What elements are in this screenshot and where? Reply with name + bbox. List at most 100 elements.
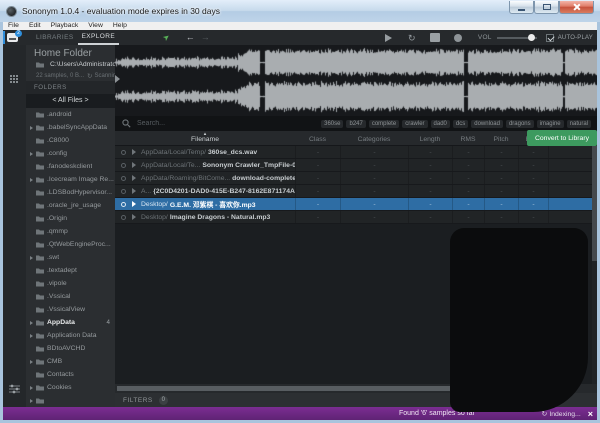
menu-item[interactable]: Help	[108, 22, 132, 30]
folder-item[interactable]: Cookies	[26, 381, 115, 394]
convert-to-library-button[interactable]: Convert to Library	[527, 130, 597, 146]
view-tab[interactable]: EXPLORE	[78, 30, 120, 45]
folder-item[interactable]: .QtWebEngineProc...	[26, 238, 115, 251]
menu-item[interactable]: File	[3, 22, 24, 30]
column-header-rms[interactable]: RMS	[452, 131, 484, 145]
search-tag[interactable]: dragons	[506, 120, 534, 128]
record-button[interactable]	[450, 32, 466, 44]
folder-item[interactable]: CMB	[26, 355, 115, 368]
row-play-icon[interactable]	[132, 175, 136, 181]
length-cell: -	[408, 146, 452, 158]
row-play-icon[interactable]	[132, 162, 136, 168]
all-files-item[interactable]: < All Files >	[26, 94, 115, 108]
back-icon[interactable]: ←	[186, 30, 195, 45]
waveform-display[interactable]	[115, 45, 597, 116]
expander-icon[interactable]	[30, 334, 33, 338]
folder-item[interactable]: .textadept	[26, 264, 115, 277]
volume-slider[interactable]	[497, 32, 537, 44]
maximize-button[interactable]	[534, 1, 559, 14]
file-row[interactable]: AppData/Roaming/BitCome... download-comp…	[115, 172, 592, 185]
folder-item[interactable]: .C8000	[26, 134, 115, 147]
folder-item[interactable]: .android	[26, 108, 115, 121]
search-tag[interactable]: download	[471, 120, 503, 128]
column-header-categories[interactable]: Categories	[340, 131, 408, 145]
search-tag[interactable]: crawler	[402, 120, 427, 128]
folder-item[interactable]	[26, 394, 115, 407]
search-tag[interactable]: dcs	[453, 120, 468, 128]
forward-icon[interactable]: →	[201, 30, 210, 45]
folder-item[interactable]: Application Data	[26, 329, 115, 342]
menu-item[interactable]: Edit	[24, 22, 46, 30]
grid-view-icon[interactable]	[10, 75, 19, 84]
select-circle-icon[interactable]	[121, 189, 126, 194]
row-play-icon[interactable]	[132, 149, 136, 155]
expander-icon[interactable]	[30, 360, 33, 364]
minimize-button[interactable]	[509, 1, 534, 14]
search-tag[interactable]: natural	[567, 120, 591, 128]
folder-item[interactable]: .Icecream Image Re...	[26, 173, 115, 186]
row-play-icon[interactable]	[132, 188, 136, 194]
search-tag[interactable]: complete	[369, 120, 399, 128]
folder-item[interactable]: .VssicalView	[26, 303, 115, 316]
folder-item[interactable]: .swt	[26, 251, 115, 264]
folder-item[interactable]: .vipole	[26, 277, 115, 290]
menu-item[interactable]: View	[83, 22, 108, 30]
file-row[interactable]: A... {2C0D4201-DAD0-415E-B247-8162E87117…	[115, 185, 592, 198]
play-icon	[385, 34, 392, 42]
view-tab[interactable]: LIBRARIES	[32, 30, 78, 45]
expander-icon[interactable]	[30, 256, 33, 260]
folder-item[interactable]: .fanodeskclient	[26, 160, 115, 173]
file-row[interactable]: AppData/Local/Temp/ 360se_dcs.wav - - - …	[115, 146, 592, 159]
select-circle-icon[interactable]	[121, 150, 126, 155]
expander-icon[interactable]	[30, 178, 33, 182]
close-button[interactable]	[559, 1, 594, 14]
select-circle-icon[interactable]	[121, 163, 126, 168]
file-row[interactable]: Desktop/ Imagine Dragons - Natural.mp3 -…	[115, 211, 592, 224]
folder-item[interactable]: .Origin	[26, 212, 115, 225]
search-tag[interactable]: imagine	[537, 120, 564, 128]
menu-item[interactable]: Playback	[46, 22, 84, 30]
select-circle-icon[interactable]	[121, 215, 126, 220]
search-tag[interactable]: dad0	[431, 120, 450, 128]
expander-icon[interactable]	[30, 399, 33, 403]
file-row[interactable]: AppData/Local/Te... Sononym Crawler_TmpF…	[115, 159, 592, 172]
play-button[interactable]	[381, 32, 397, 44]
volume-knob[interactable]	[528, 34, 535, 41]
file-row[interactable]: Desktop/ G.E.M. 邓紫棋 - 喜欢你.mp3 - - - - - …	[115, 198, 592, 211]
folder-item[interactable]: BDtoAVCHD	[26, 342, 115, 355]
root-folder-row[interactable]: C:\Users\Administrator	[26, 59, 115, 70]
column-header-length[interactable]: Length	[408, 131, 452, 145]
folder-list: .android .babelSyncAppData	[26, 108, 115, 407]
select-circle-icon[interactable]	[121, 176, 126, 181]
status-close-icon[interactable]: ×	[588, 409, 593, 419]
expander-icon[interactable]	[30, 126, 33, 130]
vertical-scrollbar-thumb[interactable]	[592, 146, 597, 261]
loop-button[interactable]: ↻	[404, 32, 420, 44]
search-tag[interactable]: 360se	[321, 120, 343, 128]
search-input[interactable]	[135, 119, 285, 128]
column-header-filename[interactable]: ▴ Filename	[115, 131, 295, 145]
search-tag[interactable]: b247	[346, 120, 365, 128]
autoplay-checkbox[interactable]	[546, 34, 554, 42]
folder-item[interactable]: .config	[26, 147, 115, 160]
settings-sliders-icon[interactable]	[9, 381, 20, 399]
horizontal-scrollbar-thumb[interactable]	[117, 386, 457, 391]
folder-item[interactable]: .Vssical	[26, 290, 115, 303]
expander-icon[interactable]	[30, 152, 33, 156]
folder-item[interactable]: .qmmp	[26, 225, 115, 238]
folder-item[interactable]: AppData 4	[26, 316, 115, 329]
row-play-icon[interactable]	[132, 214, 136, 220]
folder-item[interactable]: .oracle_jre_usage	[26, 199, 115, 212]
row-play-icon[interactable]	[132, 201, 136, 207]
stop-button[interactable]	[427, 32, 443, 44]
folder-item[interactable]: Contacts	[26, 368, 115, 381]
folder-item[interactable]: .babelSyncAppData	[26, 121, 115, 134]
column-header-class[interactable]: Class	[295, 131, 340, 145]
column-header-pitch[interactable]: Pitch	[484, 131, 518, 145]
library-logo-icon[interactable]: 2	[7, 32, 20, 43]
expander-icon[interactable]	[30, 321, 33, 325]
locate-pointer-icon[interactable]: ➤	[161, 32, 172, 43]
select-circle-icon[interactable]	[121, 202, 126, 207]
folder-item[interactable]: .LDSBodHypervisor...	[26, 186, 115, 199]
expander-icon[interactable]	[30, 386, 33, 390]
